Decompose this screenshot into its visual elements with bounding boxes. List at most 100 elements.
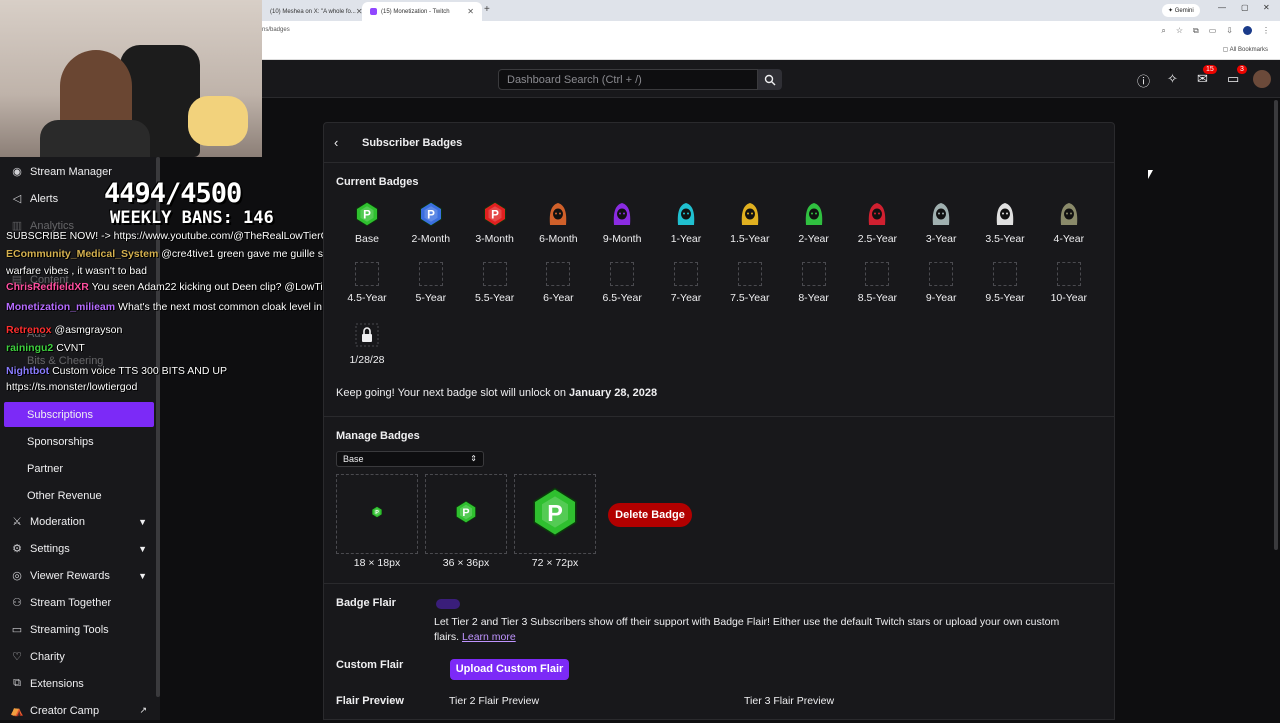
sidebar-item-label: Creator Camp <box>30 704 100 717</box>
profile-avatar[interactable] <box>1243 26 1252 35</box>
badge-1-year[interactable]: 1-Year <box>654 201 718 245</box>
chat-message: https://ts.monster/lowtiergod <box>6 381 137 393</box>
badge-6-month[interactable]: 6-Month <box>526 201 590 245</box>
svg-text:P: P <box>427 209 435 222</box>
badge-slot-9-year[interactable]: 9-Year <box>909 262 973 304</box>
badge-9-month[interactable]: 9-Month <box>590 201 654 245</box>
empty-badge-slot <box>546 262 571 286</box>
locked-badge-slot: 1/28/28 <box>335 322 399 366</box>
sidebar-item-sponsorships[interactable]: Sponsorships <box>0 429 155 454</box>
badge-slot-6-year[interactable]: 6-Year <box>526 262 590 304</box>
badge-label: 9-Month <box>602 233 642 245</box>
badge-slot-7-5-year[interactable]: 7.5-Year <box>718 262 782 304</box>
gemini-label: Gemini <box>1174 7 1194 14</box>
badge-image <box>609 201 635 227</box>
badge-4-year[interactable]: 4-Year <box>1037 201 1101 245</box>
close-icon[interactable]: ✕ <box>467 7 474 16</box>
upload-custom-flair-button[interactable]: Upload Custom Flair <box>450 659 569 680</box>
chat-username: ChrisRedfieldXR <box>6 281 89 293</box>
badge-image <box>801 201 827 227</box>
sidebar-item-other-revenue[interactable]: Other Revenue <box>0 483 155 508</box>
chat-username: Retrenox <box>6 324 52 336</box>
chat-username: Nightbot <box>6 365 50 377</box>
back-arrow-icon[interactable]: ‹ <box>334 135 338 150</box>
sidebar-item-extensions[interactable]: ⧉ Extensions <box>0 671 155 696</box>
menu-icon[interactable]: ⋮ <box>1262 26 1270 36</box>
window-close-icon[interactable]: ✕ <box>1263 3 1270 12</box>
select-arrows-icon: ⇕ <box>470 454 477 463</box>
search-icon <box>764 74 776 85</box>
maximize-icon[interactable]: ▢ <box>1241 3 1249 12</box>
profile-avatar[interactable] <box>1253 70 1271 88</box>
delete-badge-button[interactable]: Delete Badge <box>608 503 692 527</box>
sidebar-item-moderation[interactable]: ⚔ Moderation ▼ <box>0 509 155 534</box>
sidebar-item-streaming-tools[interactable]: ▭ Streaming Tools <box>0 617 155 642</box>
badge-2-5-year[interactable]: 2.5-Year <box>845 201 909 245</box>
badge-2-year[interactable]: 2-Year <box>782 201 846 245</box>
browser-tab-active[interactable]: (15) Monetization - Twitch ✕ <box>362 2 482 21</box>
badge-preview-18[interactable]: P <box>336 474 418 554</box>
url-text[interactable]: ns/badges <box>262 27 290 33</box>
sidebar-item-stream-together[interactable]: ⚇ Stream Together <box>0 590 155 615</box>
page-scrollbar[interactable] <box>1274 100 1278 550</box>
sidebar-item-viewer-rewards[interactable]: ◎ Viewer Rewards ▼ <box>0 563 155 588</box>
badge-base[interactable]: P Base <box>335 201 399 245</box>
badge-slot-5-year[interactable]: 5-Year <box>399 262 463 304</box>
badge-slot-6-5-year[interactable]: 6.5-Year <box>590 262 654 304</box>
badge-preview-72[interactable]: P <box>514 474 596 554</box>
badge-3-month[interactable]: P 3-Month <box>463 201 527 245</box>
badge-slot-7-year[interactable]: 7-Year <box>654 262 718 304</box>
sidebar-item-creator-camp[interactable]: ⛺ Creator Camp ↗ <box>0 698 155 723</box>
badge-slot-10-year[interactable]: 10-Year <box>1037 262 1101 304</box>
sidepanel-icon[interactable]: ▭ <box>1209 26 1217 36</box>
browser-tab[interactable]: (10) Meshea on X: "A whole fo... ✕ <box>262 2 362 21</box>
sidebar-item-subscriptions[interactable]: Subscriptions <box>4 402 154 427</box>
badge-3-5-year[interactable]: 3.5-Year <box>973 201 1037 245</box>
badge-slot-8-year[interactable]: 8-Year <box>782 262 846 304</box>
gemini-button[interactable]: ✦ Gemini <box>1162 4 1200 17</box>
badge-label: Base <box>355 233 379 245</box>
sparkle-icon[interactable]: ✧ <box>1167 71 1178 87</box>
badge-slot-4-5-year[interactable]: 4.5-Year <box>335 262 399 304</box>
badge-1-5-year[interactable]: 1.5-Year <box>718 201 782 245</box>
size-label: 18 × 18px <box>353 557 401 569</box>
help-icon[interactable]: ⓘ <box>1137 71 1150 90</box>
badge-slot-5-5-year[interactable]: 5.5-Year <box>463 262 527 304</box>
badge-slot-8-5-year[interactable]: 8.5-Year <box>845 262 909 304</box>
badge-flair-toggle[interactable] <box>436 599 460 609</box>
dashboard-search-input[interactable]: Dashboard Search (Ctrl + /) <box>498 69 758 90</box>
info-date: January 28, 2028 <box>569 387 658 399</box>
extensions-icon[interactable]: ⧉ <box>1193 26 1199 36</box>
badge-3-year[interactable]: 3-Year <box>909 201 973 245</box>
minimize-icon[interactable]: — <box>1218 3 1226 12</box>
tab-title: (15) Monetization - Twitch <box>381 8 450 15</box>
search-button[interactable] <box>758 69 782 90</box>
sidebar-item-label: Stream Together <box>30 596 112 609</box>
badge-preview-36[interactable]: P <box>425 474 507 554</box>
badge-tier-select[interactable]: Base ⇕ <box>336 451 484 467</box>
creator-camp-icon: ⛺ <box>10 705 24 717</box>
subscriber-goal-counter: 4494/4500 <box>104 178 242 209</box>
whispers-icon[interactable]: ▭ <box>1227 71 1239 87</box>
star-icon[interactable]: ☆ <box>1176 26 1183 36</box>
download-icon[interactable]: ⇩ <box>1226 26 1233 36</box>
learn-more-link[interactable]: Learn more <box>462 631 516 643</box>
sidebar-item-settings[interactable]: ⚙ Settings ▼ <box>0 536 155 561</box>
custom-flair-title: Custom Flair <box>336 659 404 671</box>
all-bookmarks[interactable]: ▢ All Bookmarks <box>1223 46 1268 53</box>
next-badge-info: Keep going! Your next badge slot will un… <box>336 387 657 399</box>
sidebar-item-label: Streaming Tools <box>30 623 109 636</box>
chat-message: Monetization_milieam What's the next mos… <box>6 301 351 313</box>
new-tab-icon[interactable]: + <box>484 4 490 15</box>
svg-text:P: P <box>547 500 563 526</box>
badge-label: 2.5-Year <box>857 233 898 245</box>
empty-badge-slot <box>674 262 698 286</box>
zoom-icon[interactable]: ⌕ <box>1161 26 1165 36</box>
sidebar-item-charity[interactable]: ♡ Charity <box>0 644 155 669</box>
badge-slot-9-5-year[interactable]: 9.5-Year <box>973 262 1037 304</box>
twitch-favicon-icon <box>370 8 377 15</box>
sidebar-item-partner[interactable]: Partner <box>0 456 155 481</box>
badge-2-month[interactable]: P 2-Month <box>399 201 463 245</box>
empty-badge-slot <box>801 262 826 286</box>
gear-icon: ⚙ <box>12 543 22 555</box>
